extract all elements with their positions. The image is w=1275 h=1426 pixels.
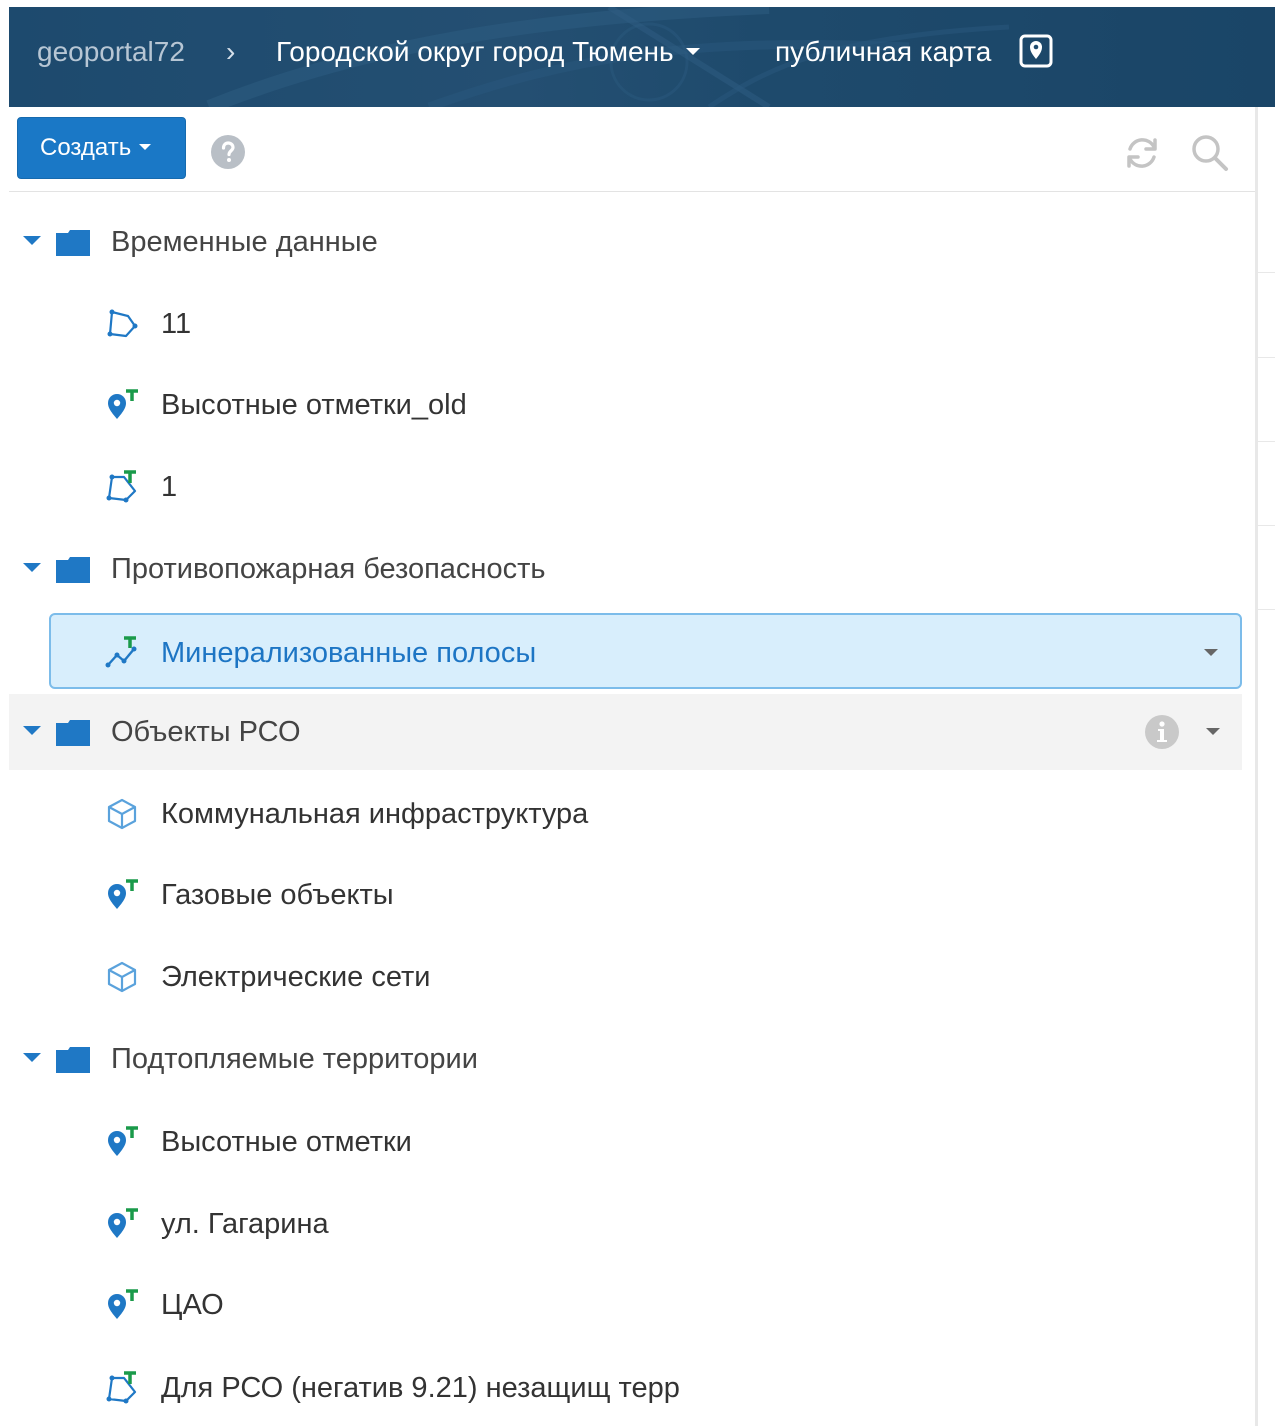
tree-item-label: Высотные отметки — [161, 1126, 412, 1158]
tree-item-11[interactable]: 11 — [9, 286, 1242, 362]
tree-item-label: Минерализованные полосы — [161, 637, 537, 669]
breadcrumb-separator: › — [226, 36, 236, 67]
point-text-icon — [108, 1208, 138, 1238]
search-icon[interactable] — [1189, 132, 1231, 174]
create-button[interactable]: Создать — [17, 117, 186, 179]
caret-down-icon[interactable] — [23, 726, 41, 735]
organization-label: Городской округ город Тюмень — [276, 36, 674, 67]
create-button-label: Создать — [40, 134, 132, 161]
side-panel-edge — [1258, 272, 1275, 273]
tree-folder-flooded-areas[interactable]: Подтопляемые территории — [9, 1021, 1242, 1097]
chevron-down-icon — [139, 143, 152, 150]
tree-item-communal-infrastructure[interactable]: Коммунальная инфраструктура — [9, 776, 1242, 852]
tree-item-elevation-marks[interactable]: Высотные отметки — [9, 1104, 1242, 1180]
item-menu-caret-icon[interactable] — [1206, 728, 1220, 735]
polygon-icon — [107, 309, 138, 338]
question-circle-icon[interactable] — [210, 134, 246, 170]
tree-item-label: Временные данные — [111, 226, 378, 258]
organization-dropdown[interactable]: Городской округ город Тюмень — [276, 35, 700, 69]
tree-folder-temp-data[interactable]: Временные данные — [9, 204, 1242, 280]
tree-item-elevation-old[interactable]: Высотные отметки_old — [9, 367, 1242, 443]
tree-item-label: Коммунальная инфраструктура — [161, 798, 589, 830]
map-marker-square-icon[interactable] — [1019, 34, 1053, 68]
tree-item-mineralized-strips[interactable]: Минерализованные полосы — [49, 613, 1242, 689]
tree-item-label: Подтопляемые территории — [111, 1043, 478, 1075]
panel-divider — [1255, 107, 1258, 1426]
breadcrumb-home-link[interactable]: geoportal72 — [37, 35, 185, 69]
chevron-down-icon — [685, 48, 700, 56]
top-edge — [0, 0, 1275, 7]
folder-icon — [56, 1047, 90, 1073]
refresh-icon[interactable] — [1121, 132, 1163, 174]
side-panel-edge — [1258, 609, 1275, 610]
public-map-link[interactable]: публичная карта — [775, 35, 991, 69]
tree-item-gas-objects[interactable]: Газовые объекты — [9, 857, 1242, 933]
tree-item-label: Газовые объекты — [161, 879, 394, 911]
tree-item-label: ул. Гагарина — [161, 1208, 329, 1240]
app-header: geoportal72 › Городской округ город Тюме… — [9, 7, 1275, 107]
caret-down-icon[interactable] — [23, 563, 41, 572]
tree-item-label: Противопожарная безопасность — [111, 553, 546, 585]
polygon-text-icon — [106, 470, 137, 503]
tree-item-label: 11 — [161, 308, 192, 340]
toolbar: Создать — [9, 107, 1255, 192]
tree-item-rso-negative[interactable]: Для РСО (негатив 9.21) незащищ терр — [9, 1350, 1242, 1426]
side-panel-edge — [1258, 357, 1275, 358]
item-menu-caret-icon[interactable] — [1204, 649, 1218, 656]
folder-icon — [56, 557, 90, 583]
point-text-icon — [108, 389, 138, 419]
caret-down-icon[interactable] — [23, 236, 41, 245]
info-icon[interactable] — [1144, 714, 1180, 750]
tree-folder-fire-safety[interactable]: Противопожарная безопасность — [9, 531, 1242, 607]
tree-item-label: Объекты РСО — [111, 716, 301, 748]
tree-item-1[interactable]: 1 — [9, 449, 1242, 525]
tree-item-label: Электрические сети — [161, 961, 431, 993]
cube-icon — [107, 961, 137, 993]
tree-folder-rso-objects[interactable]: Объекты РСО — [9, 694, 1242, 770]
caret-down-icon[interactable] — [23, 1053, 41, 1062]
tree-item-gagarin-street[interactable]: ул. Гагарина — [9, 1186, 1242, 1262]
tree-item-electric-networks[interactable]: Электрические сети — [9, 939, 1242, 1015]
tree-item-cao[interactable]: ЦАО — [9, 1267, 1242, 1343]
tree-item-label: Для РСО (негатив 9.21) незащищ терр — [161, 1372, 680, 1404]
point-text-icon — [108, 1289, 138, 1319]
side-panel-edge — [1258, 441, 1275, 442]
tree-item-label: ЦАО — [161, 1289, 224, 1321]
point-text-icon — [108, 1126, 138, 1156]
tree-item-label: 1 — [161, 471, 178, 503]
cube-icon — [107, 798, 137, 830]
folder-icon — [56, 230, 90, 256]
side-panel-edge — [1258, 525, 1275, 526]
folder-icon — [56, 720, 90, 746]
tree-item-label: Высотные отметки_old — [161, 389, 467, 421]
point-text-icon — [108, 879, 138, 909]
line-text-icon — [105, 636, 137, 668]
polygon-text-icon — [106, 1371, 137, 1404]
